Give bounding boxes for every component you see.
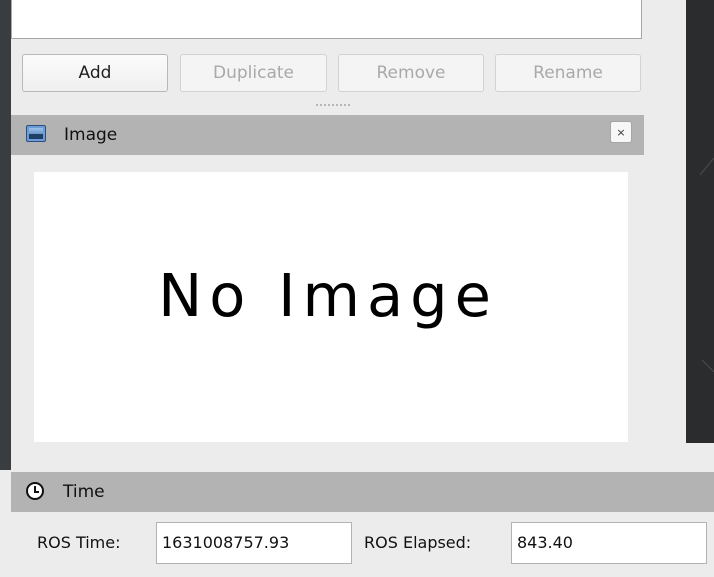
image-panel-titlebar[interactable]: Image × — [11, 115, 644, 155]
time-panel-titlebar[interactable]: Time — [11, 472, 714, 512]
image-panel-title: Image — [64, 125, 118, 145]
3d-viewport-edge[interactable] — [686, 0, 714, 443]
clock-icon — [26, 482, 44, 500]
image-panel: No Image — [11, 155, 644, 464]
duplicate-button[interactable]: Duplicate — [180, 54, 327, 92]
no-image-placeholder: No Image — [158, 260, 498, 330]
ros-elapsed-label: ROS Elapsed: — [364, 533, 472, 552]
time-panel: ROS Time: 1631008757.93 ROS Elapsed: 843… — [11, 512, 714, 577]
ros-time-label: ROS Time: — [37, 533, 121, 552]
left-window-edge — [0, 0, 11, 470]
remove-button[interactable]: Remove — [338, 54, 484, 92]
add-button[interactable]: Add — [22, 54, 168, 92]
close-icon[interactable]: × — [610, 121, 632, 143]
ros-time-field[interactable]: 1631008757.93 — [156, 522, 352, 564]
viewport-grid-lines — [699, 157, 714, 373]
ros-elapsed-field[interactable]: 843.40 — [511, 522, 707, 564]
display-list[interactable] — [11, 0, 642, 39]
rename-button[interactable]: Rename — [495, 54, 641, 92]
image-icon — [26, 125, 46, 142]
panel-splitter-handle[interactable] — [316, 104, 350, 108]
time-panel-title: Time — [63, 482, 105, 502]
image-canvas: No Image — [34, 172, 628, 442]
